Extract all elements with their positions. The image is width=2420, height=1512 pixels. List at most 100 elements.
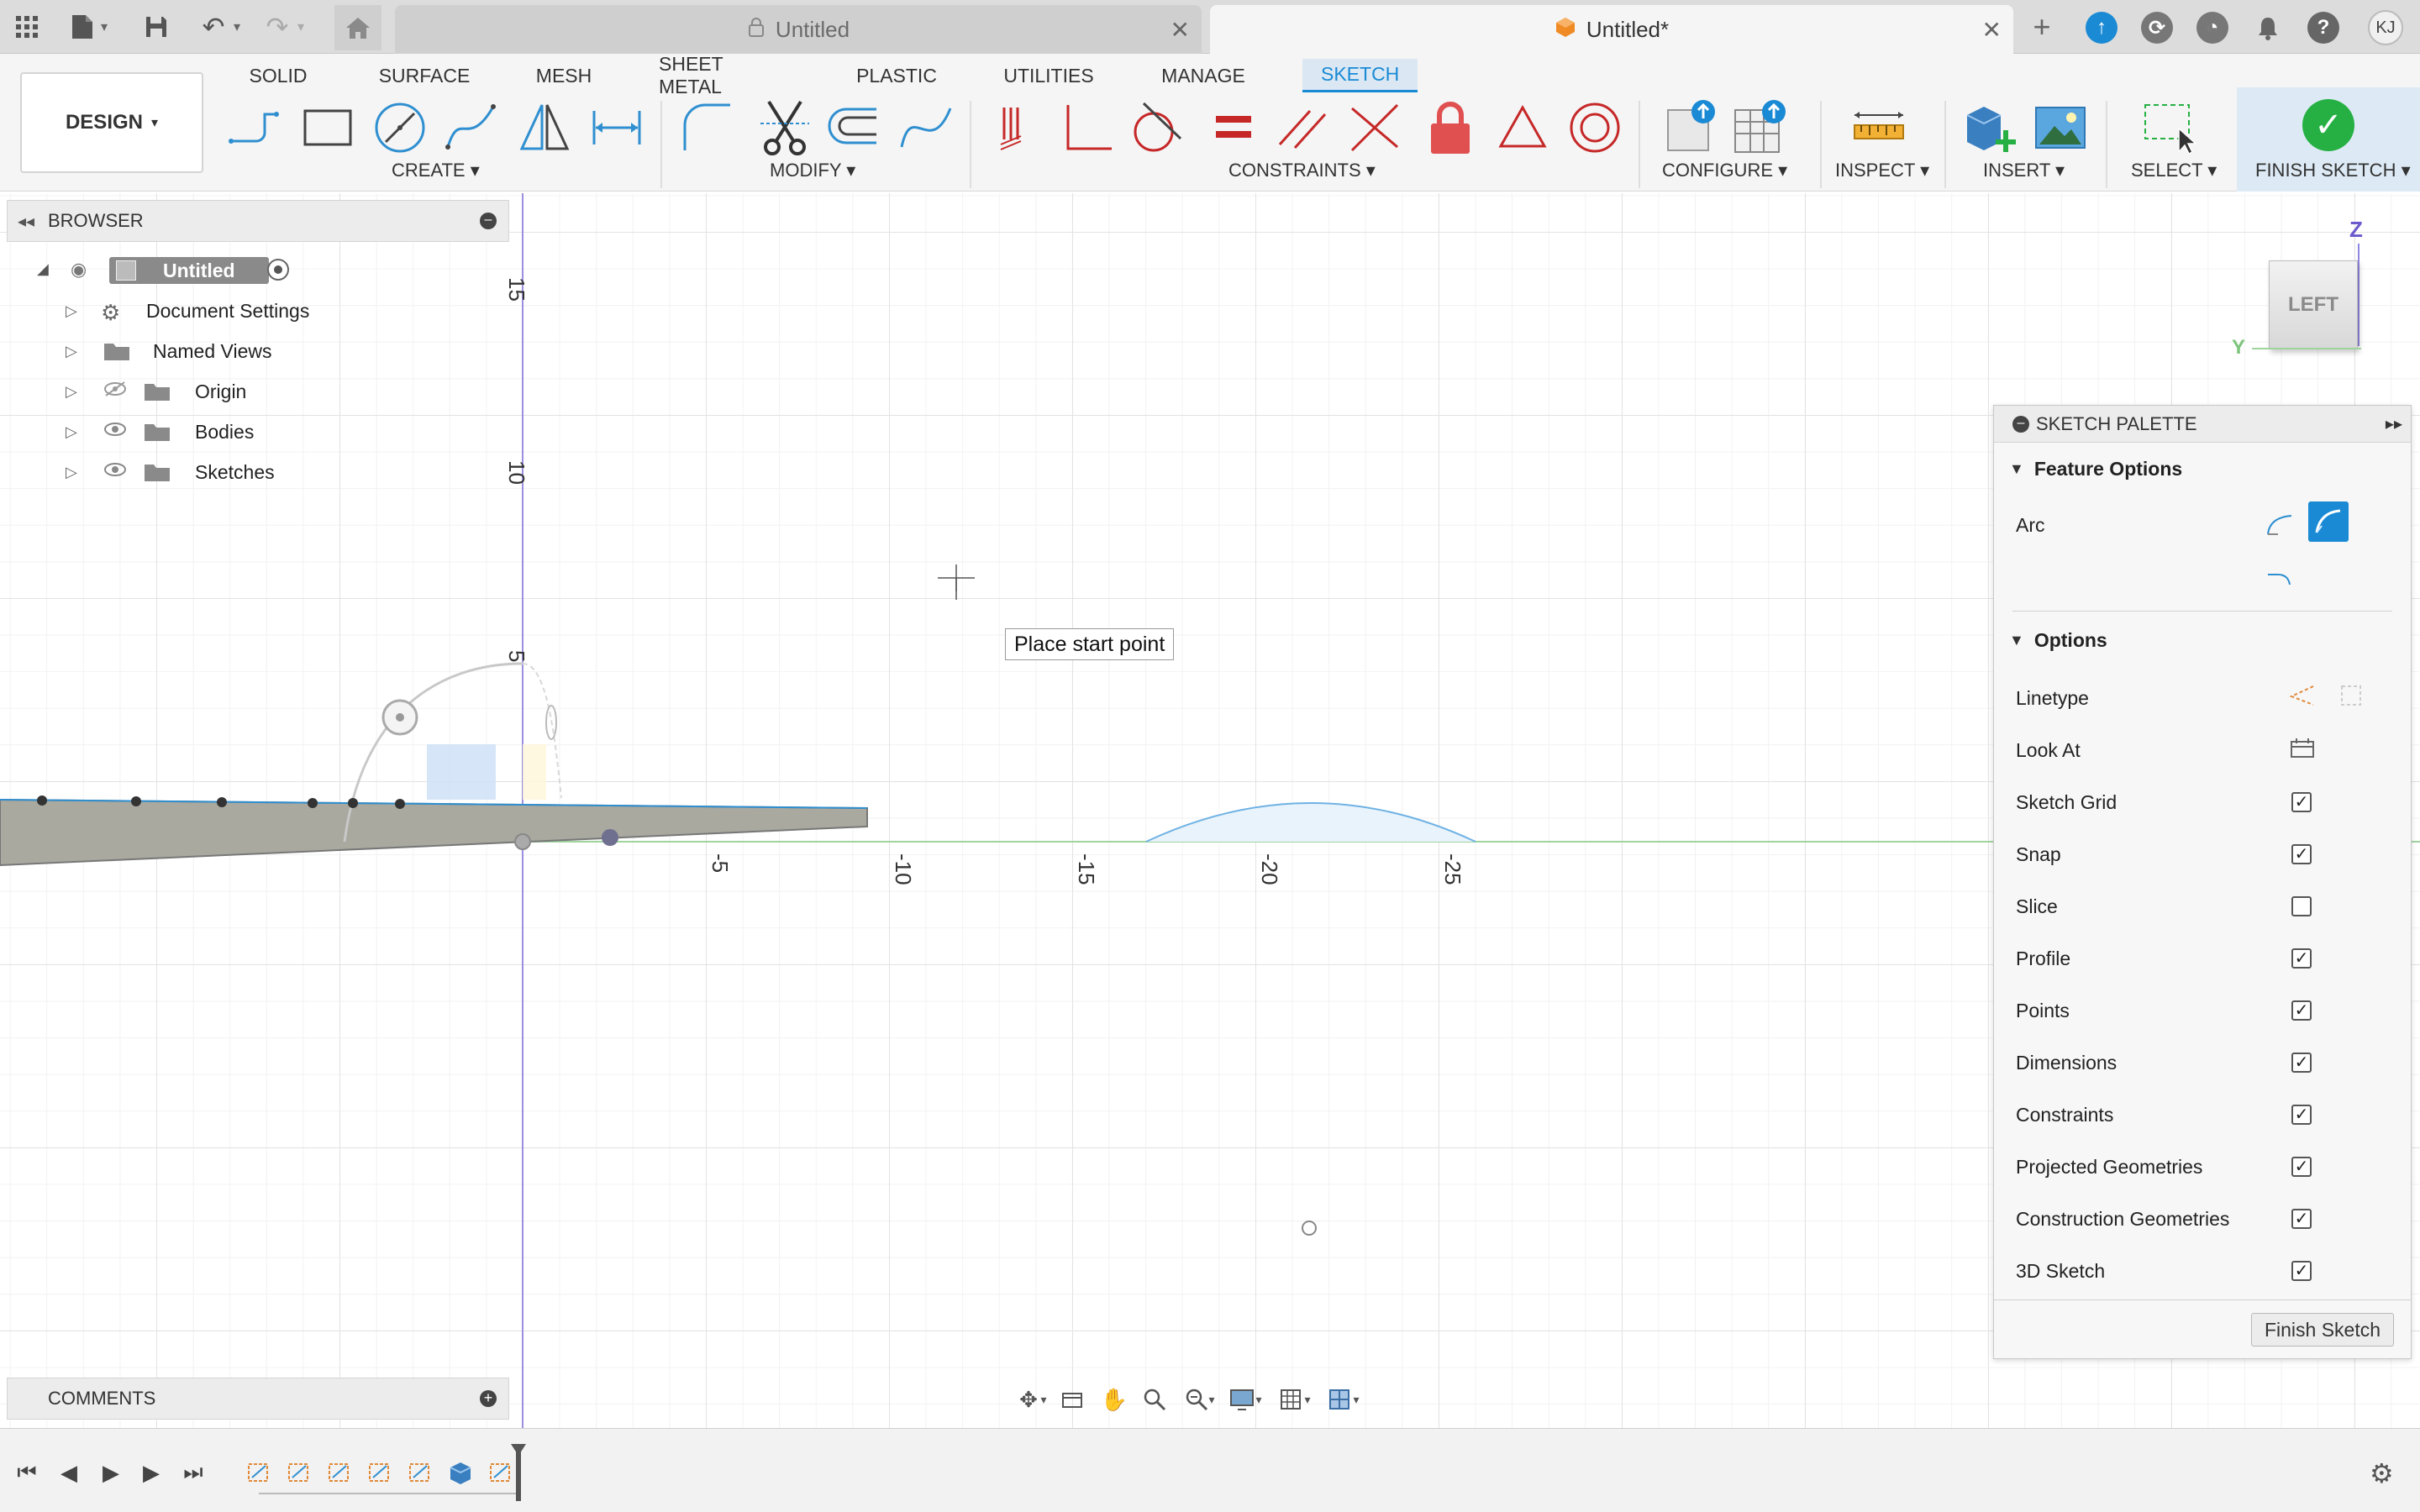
- go-to-start-icon[interactable]: ⏮: [12, 1457, 42, 1488]
- look-at-icon[interactable]: [2288, 735, 2317, 765]
- equal-constraint-icon[interactable]: [1203, 97, 1264, 158]
- finish-sketch-check-icon[interactable]: ✓: [2302, 99, 2354, 151]
- minimize-icon[interactable]: –: [480, 213, 497, 229]
- browser-panel-header[interactable]: ◂◂ BROWSER –: [7, 200, 509, 242]
- chevron-down-icon[interactable]: ▾: [1299, 1384, 1316, 1415]
- timeline-sketch-feature-icon[interactable]: [326, 1459, 353, 1486]
- offset-tool-icon[interactable]: [823, 97, 884, 158]
- tab-solid[interactable]: SOLID: [249, 59, 307, 92]
- refresh-sync-icon[interactable]: ⟳: [2141, 12, 2173, 44]
- hidden-eye-icon[interactable]: [103, 381, 128, 402]
- fix-unfix-constraint-icon[interactable]: [986, 97, 1047, 158]
- centerline-linetype-icon[interactable]: [2338, 683, 2364, 713]
- chevron-down-icon[interactable]: ▾: [1203, 1384, 1220, 1415]
- fillet-tool-icon[interactable]: [677, 97, 738, 158]
- timeline-sketch-feature-icon[interactable]: [407, 1459, 434, 1486]
- tab-utilities[interactable]: UTILITIES: [1003, 59, 1093, 92]
- look-at-icon[interactable]: [1057, 1384, 1087, 1415]
- design-workspace-button[interactable]: DESIGN ▾: [20, 72, 203, 173]
- go-to-end-icon[interactable]: ⏭: [178, 1457, 208, 1488]
- chevron-down-icon[interactable]: ▾: [1348, 1384, 1365, 1415]
- avatar[interactable]: KJ: [2368, 10, 2403, 45]
- timeline-sketch-feature-icon[interactable]: [286, 1459, 313, 1486]
- root-component[interactable]: Untitled: [109, 257, 269, 284]
- undo-icon[interactable]: ↶: [197, 10, 230, 44]
- modify-group-label[interactable]: MODIFY ▾: [770, 160, 855, 181]
- perpendicular-constraint-icon[interactable]: [1057, 97, 1118, 158]
- tab-sheet-metal[interactable]: SHEET METAL: [659, 53, 785, 97]
- eye-icon[interactable]: [103, 421, 128, 443]
- mirror-tool-icon[interactable]: [514, 97, 575, 158]
- document-tab-untitled[interactable]: Untitled ✕: [395, 5, 1202, 54]
- activate-radio-icon[interactable]: [267, 259, 289, 281]
- comments-panel-header[interactable]: COMMENTS +: [7, 1378, 509, 1420]
- tab-mesh[interactable]: MESH: [536, 59, 592, 92]
- apps-grid-icon[interactable]: [10, 10, 44, 44]
- timeline-extrude-feature-icon[interactable]: [447, 1459, 474, 1486]
- rectangle-tool-icon[interactable]: [297, 97, 358, 158]
- configure-group-label[interactable]: CONFIGURE ▾: [1662, 160, 1787, 181]
- collapse-panel-icon[interactable]: ◂◂: [18, 211, 34, 232]
- concentric-constraint-icon[interactable]: [1565, 97, 1625, 158]
- save-icon[interactable]: [139, 10, 173, 44]
- step-forward-icon[interactable]: ▶: [136, 1457, 166, 1488]
- collapse-triangle-icon[interactable]: ▼: [2009, 460, 2024, 478]
- timeline-marker-head[interactable]: [511, 1444, 526, 1456]
- triangle-constraint-icon[interactable]: [1492, 97, 1553, 158]
- file-menu-chevron-down-icon[interactable]: ▾: [101, 18, 108, 35]
- line-tool-icon[interactable]: [225, 97, 286, 158]
- 3d-sketch-checkbox[interactable]: ✓: [2291, 1261, 2312, 1281]
- redo-icon[interactable]: ↷: [260, 10, 294, 44]
- job-status-icon[interactable]: ◔: [2196, 12, 2228, 44]
- viewcube[interactable]: LEFT: [2269, 260, 2358, 349]
- tab-plastic[interactable]: PLASTIC: [856, 59, 937, 92]
- close-icon[interactable]: ✕: [1982, 16, 2002, 44]
- dimensions-checkbox[interactable]: ✓: [2291, 1053, 2312, 1073]
- gear-icon[interactable]: ⚙: [2370, 1457, 2394, 1489]
- tab-sketch[interactable]: SKETCH: [1302, 59, 1418, 92]
- home-icon[interactable]: [334, 5, 381, 50]
- chevron-down-icon[interactable]: ▾: [1250, 1384, 1267, 1415]
- insert-canvas-image-icon[interactable]: [2030, 97, 2091, 158]
- points-checkbox[interactable]: ✓: [2291, 1000, 2312, 1021]
- spline-tool-icon[interactable]: [442, 97, 502, 158]
- expand-panel-icon[interactable]: ▸▸: [2386, 413, 2402, 434]
- zoom-icon[interactable]: [1139, 1384, 1170, 1415]
- spline-modify-icon[interactable]: [896, 97, 956, 158]
- expand-triangle-icon[interactable]: ▷: [66, 343, 77, 360]
- expand-triangle-icon[interactable]: ▷: [66, 423, 77, 441]
- insert-derive-icon[interactable]: [1961, 97, 2022, 158]
- file-icon[interactable]: [66, 10, 99, 44]
- three-point-arc-icon[interactable]: [2260, 505, 2300, 545]
- options-section[interactable]: ▼ Options: [2009, 629, 2107, 652]
- finish-sketch-label[interactable]: FINISH SKETCH ▾: [2255, 160, 2411, 181]
- constraints-group-label[interactable]: CONSTRAINTS ▾: [1228, 160, 1376, 181]
- configure-parameters-icon[interactable]: [1662, 97, 1723, 158]
- profile-checkbox[interactable]: ✓: [2291, 948, 2312, 969]
- slice-checkbox[interactable]: [2291, 896, 2312, 916]
- expand-triangle-icon[interactable]: ▷: [66, 302, 77, 320]
- inspect-group-label[interactable]: INSPECT ▾: [1835, 160, 1929, 181]
- collapse-triangle-icon[interactable]: ▼: [2009, 632, 2024, 649]
- coincident-constraint-icon[interactable]: [1344, 97, 1405, 158]
- sketch-palette-header[interactable]: – SKETCH PALETTE ▸▸: [1994, 406, 2411, 443]
- close-icon[interactable]: ✕: [1171, 16, 1190, 44]
- timeline-sketch-feature-icon[interactable]: [487, 1459, 514, 1486]
- notifications-bell-icon[interactable]: [2252, 12, 2284, 44]
- configure-table-icon[interactable]: [1729, 97, 1790, 158]
- projected-geometries-checkbox[interactable]: ✓: [2291, 1157, 2312, 1177]
- snap-checkbox[interactable]: ✓: [2291, 844, 2312, 864]
- tab-manage[interactable]: MANAGE: [1161, 59, 1245, 92]
- constraints-checkbox[interactable]: ✓: [2291, 1105, 2312, 1125]
- step-back-icon[interactable]: ◀: [54, 1457, 84, 1488]
- center-point-arc-icon[interactable]: [2308, 501, 2349, 542]
- pan-hand-icon[interactable]: ✋: [1099, 1384, 1129, 1415]
- circle-tool-icon[interactable]: [370, 97, 430, 158]
- parallel-constraint-icon[interactable]: [1272, 97, 1333, 158]
- eye-icon[interactable]: [103, 461, 128, 483]
- new-tab-icon[interactable]: +: [2025, 9, 2059, 44]
- add-comment-icon[interactable]: +: [480, 1390, 497, 1407]
- construction-geometries-checkbox[interactable]: ✓: [2291, 1209, 2312, 1229]
- feature-options-section[interactable]: ▼ Feature Options: [2009, 458, 2182, 480]
- construction-linetype-icon[interactable]: [2288, 683, 2317, 713]
